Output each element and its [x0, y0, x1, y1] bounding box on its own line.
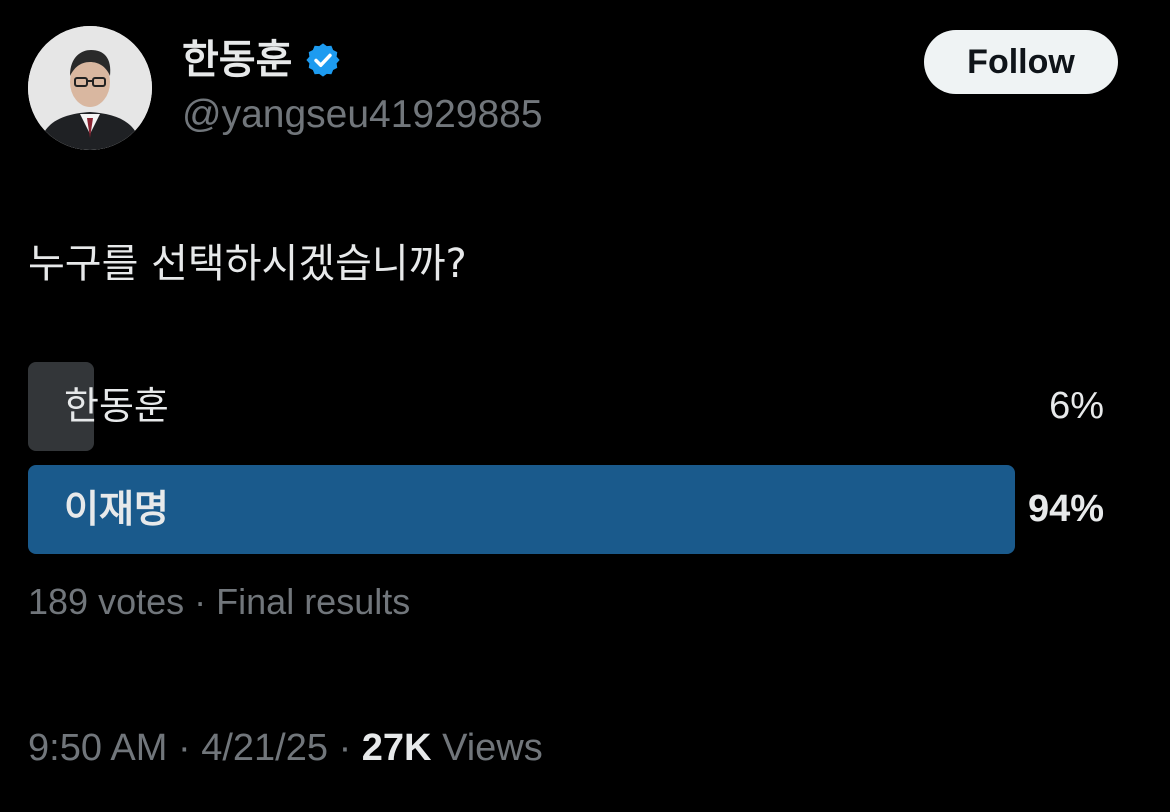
- post-time[interactable]: 9:50 AM: [28, 727, 167, 769]
- poll-option: 한동훈 6%: [28, 362, 1108, 451]
- verified-badge-icon[interactable]: [304, 41, 342, 79]
- post-date[interactable]: 4/21/25: [201, 727, 328, 769]
- post-text: 누구를 선택하시겠습니까?: [28, 241, 467, 287]
- poll-option-label: 한동훈: [64, 384, 169, 428]
- display-name[interactable]: 한동훈: [182, 34, 292, 86]
- post-header: 한동훈 @yangseu41929885 Follow: [28, 26, 1142, 156]
- author-names: 한동훈 @yangseu41929885: [182, 34, 543, 138]
- separator: ·: [177, 727, 191, 769]
- poll-option-percent: 94%: [1027, 488, 1104, 530]
- separator: ·: [194, 581, 207, 622]
- author-handle[interactable]: @yangseu41929885: [182, 92, 543, 138]
- post-meta: 9:50 AM · 4/21/25 · 27K Views: [28, 722, 543, 774]
- separator: ·: [338, 727, 352, 769]
- poll-option-percent: 6%: [1049, 385, 1104, 427]
- poll: 한동훈 6% 이재명 94%: [28, 362, 1108, 568]
- follow-button[interactable]: Follow: [924, 30, 1118, 94]
- poll-option-label: 이재명: [64, 487, 169, 531]
- poll-option-winner: 이재명 94%: [28, 465, 1108, 554]
- poll-status: Final results: [216, 581, 411, 622]
- views-label: Views: [442, 727, 543, 769]
- vote-count: 189 votes: [28, 581, 185, 622]
- profile-photo-icon: [28, 26, 152, 150]
- poll-meta: 189 votes · Final results: [28, 578, 410, 626]
- views-count: 27K: [361, 727, 432, 769]
- avatar[interactable]: [28, 26, 152, 150]
- poll-option-bar: [28, 465, 1015, 554]
- display-name-row: 한동훈: [182, 34, 543, 86]
